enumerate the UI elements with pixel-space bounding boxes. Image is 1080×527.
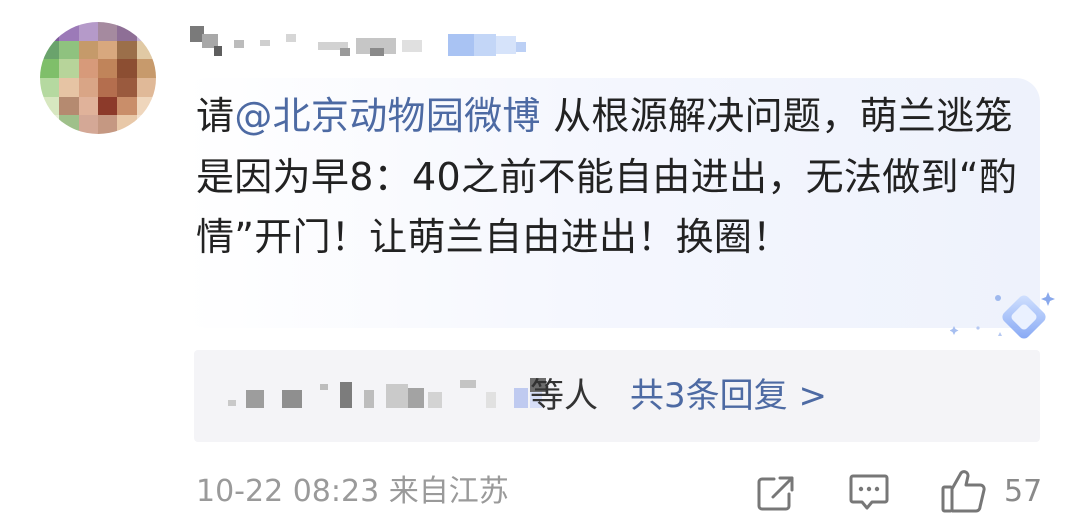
username-redacted[interactable] [190,20,550,64]
mention-link[interactable]: @北京动物园微博 [234,94,540,138]
reply-usernames-redacted [224,378,546,414]
reply-suffix: 等人 [530,376,598,416]
view-replies-link[interactable]: 共3条回复 > [630,376,827,416]
like-count: 57 [1004,474,1043,509]
replies-preview[interactable]: 等人 共3条回复 > [194,350,1040,442]
comment-icon[interactable] [848,472,890,512]
share-icon[interactable] [756,474,796,512]
thumbs-up-icon[interactable] [940,468,988,514]
comment-prefix: 请 [196,94,235,138]
avatar[interactable] [40,22,156,134]
comment-text: 请@北京动物园微博 从根源解决问题，萌兰逃笼是因为早8：40之前不能自由进出，无… [196,86,1026,268]
timestamp-location: 10-22 08:23 来自江苏 [196,474,509,509]
sparkle-badge-icon [950,292,1055,339]
